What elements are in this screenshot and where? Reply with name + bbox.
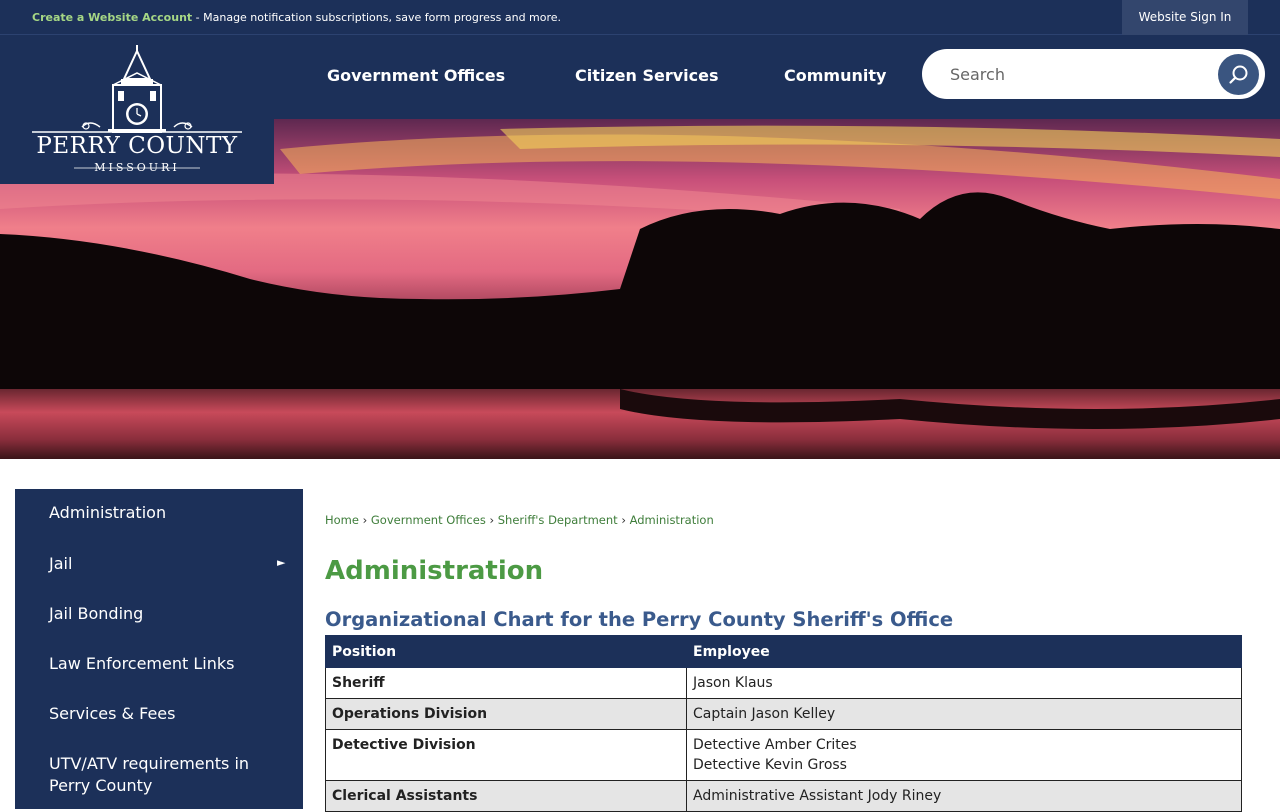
breadcrumb-sheriffs-department[interactable]: Sheriff's Department xyxy=(498,513,618,527)
nav-government-offices[interactable]: Government Offices xyxy=(327,66,505,85)
nav-community[interactable]: Community xyxy=(784,66,886,85)
county-logo[interactable]: PERRY COUNTY MISSOURI xyxy=(0,35,274,184)
employee-name: Jason Klaus xyxy=(693,675,773,691)
sidebar-item-utv-atv[interactable]: UTV/ATV requirements in Perry County xyxy=(49,753,279,797)
org-chart-table: Position Employee Sheriff Jason Klaus Op… xyxy=(325,635,1242,812)
employee-name: Detective Kevin Gross xyxy=(693,757,847,773)
table-row: Detective Division Detective Amber Crite… xyxy=(325,729,1242,781)
breadcrumb-administration[interactable]: Administration xyxy=(630,513,714,527)
column-header-employee: Employee xyxy=(686,635,1242,668)
nav-citizen-services[interactable]: Citizen Services xyxy=(575,66,719,85)
position-cell: Operations Division xyxy=(325,698,687,730)
sidebar-nav: Administration Jail ► Jail Bonding Law E… xyxy=(15,489,303,809)
org-chart-title: Organizational Chart for the Perry Count… xyxy=(325,608,954,631)
sidebar-item-services-fees[interactable]: Services & Fees xyxy=(49,703,279,725)
sidebar-item-law-enforcement-links[interactable]: Law Enforcement Links xyxy=(49,653,279,675)
table-row: Sheriff Jason Klaus xyxy=(325,667,1242,699)
breadcrumb-home[interactable]: Home xyxy=(325,513,359,527)
search-box xyxy=(922,49,1265,99)
column-header-position: Position xyxy=(325,635,687,668)
sidebar-item-jail[interactable]: Jail xyxy=(49,553,279,575)
breadcrumb-government-offices[interactable]: Government Offices xyxy=(371,513,486,527)
position-cell: Clerical Assistants xyxy=(325,780,687,812)
search-input[interactable] xyxy=(950,61,1220,87)
expand-arrow-icon[interactable]: ► xyxy=(277,556,285,569)
employee-name: Captain Jason Kelley xyxy=(693,706,836,722)
page-title: Administration xyxy=(325,556,544,586)
position-cell: Detective Division xyxy=(325,729,687,781)
top-utility-bar: Create a Website Account - Manage notifi… xyxy=(0,0,1280,35)
employee-cell: Detective Amber Crites Detective Kevin G… xyxy=(686,729,1242,781)
sign-in-button[interactable]: Website Sign In xyxy=(1122,0,1248,35)
employee-name: Administrative Assistant Jody Riney xyxy=(693,788,942,804)
position-cell: Sheriff xyxy=(325,667,687,699)
table-row: Clerical Assistants Administrative Assis… xyxy=(325,780,1242,812)
search-button[interactable] xyxy=(1218,54,1259,95)
table-row: Operations Division Captain Jason Kelley xyxy=(325,698,1242,730)
account-description: - Manage notification subscriptions, sav… xyxy=(192,11,562,24)
employee-cell: Administrative Assistant Jody Riney xyxy=(686,780,1242,812)
sidebar-item-jail-bonding[interactable]: Jail Bonding xyxy=(49,603,279,625)
employee-cell: Captain Jason Kelley xyxy=(686,698,1242,730)
create-account-link[interactable]: Create a Website Account xyxy=(32,11,192,24)
logo-state-name: MISSOURI xyxy=(94,161,180,174)
logo-county-name: PERRY COUNTY xyxy=(36,133,238,159)
table-header-row: Position Employee xyxy=(325,635,1242,668)
employee-name: Detective Amber Crites xyxy=(693,737,857,753)
account-message: Create a Website Account - Manage notifi… xyxy=(32,11,561,24)
search-icon xyxy=(1229,65,1248,84)
breadcrumb: Home › Government Offices › Sheriff's De… xyxy=(325,513,714,527)
employee-cell: Jason Klaus xyxy=(686,667,1242,699)
sidebar-item-administration[interactable]: Administration xyxy=(49,502,279,524)
